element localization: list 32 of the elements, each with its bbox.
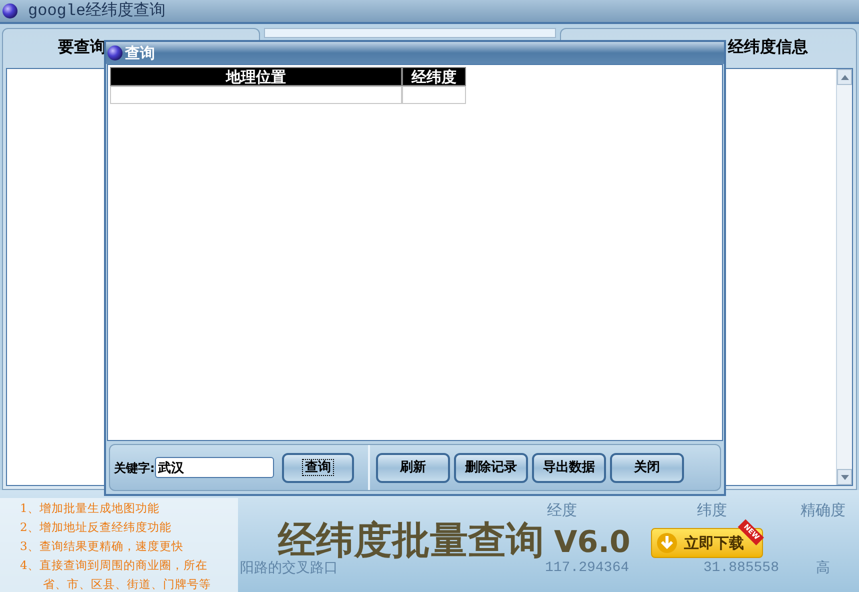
feature-text: 省、市、区县、街道、门牌号等 [42,576,212,592]
faint-text: 阳路的交叉路口 [240,560,338,576]
feature-text: 2、增加地址反查经纬度功能 [20,519,172,536]
table-cell [402,86,466,104]
panel-header: 经纬度信息 [728,36,808,58]
dialog-title: 查询 [125,42,155,64]
column-header: 精确度 [800,502,846,519]
banner-title: 经纬度批量查询 [278,521,544,559]
column-header: 经度 [546,502,578,519]
version-text: V6.0 [554,527,630,559]
column-header: 纬度 [696,502,728,519]
scroll-down-icon[interactable] [837,469,852,485]
keyword-field[interactable]: 武汉 [154,457,274,478]
feature-text: 1、增加批量生成地图功能 [20,500,160,517]
toolbar-button[interactable]: 删除记录 [454,452,528,482]
table-cell-text: 117.294364 [544,560,630,576]
column-header: 经纬度 [402,67,466,86]
window-title: google经纬度查询 [28,0,166,22]
table-cell-text: 高 [815,560,831,576]
scroll-up-icon[interactable] [837,69,852,85]
toolbar-button[interactable]: 关闭 [610,452,684,482]
search-button[interactable]: 查询 [282,452,354,482]
orb-icon [2,3,18,19]
orb-icon [107,45,123,61]
table-cell-text: 31.885558 [702,560,780,576]
column-header: 地理位置 [110,67,402,86]
feature-text: 3、查询结果更精确，速度更快 [20,538,184,555]
toolbar-button[interactable]: 刷新 [376,452,450,482]
download-icon [656,532,678,554]
keyword-label: 关键字: [114,460,155,476]
toolbar-button[interactable]: 导出数据 [532,452,606,482]
feature-text: 4、直接查询到周围的商业圈，所在 [20,557,208,574]
